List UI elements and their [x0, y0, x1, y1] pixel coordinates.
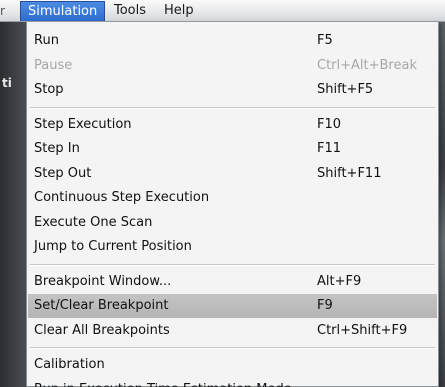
- menu-simulation[interactable]: Simulation: [20, 1, 106, 21]
- menu-item-label: Execute One Scan: [34, 214, 153, 230]
- app-background-right: [439, 22, 445, 387]
- menu-item-jump-to-current-position[interactable]: Jump to Current Position: [28, 235, 437, 259]
- menu-item-pause[interactable]: Pause Ctrl+Alt+Break: [28, 54, 437, 78]
- menu-item-step-in[interactable]: Step In F11: [28, 137, 437, 161]
- menu-item-label: Step In: [34, 141, 80, 156]
- menu-item-label: Jump to Current Position: [34, 239, 192, 254]
- menu-item-execute-one-scan[interactable]: Execute One Scan: [28, 211, 437, 235]
- menu-item-label: Stop: [34, 82, 64, 97]
- menu-item-shortcut: F10: [317, 116, 342, 132]
- menu-item-step-execution[interactable]: Step Execution F10: [28, 113, 437, 137]
- menu-item-shortcut: Ctrl+Alt+Break: [317, 57, 417, 73]
- menu-item-shortcut: Shift+F11: [317, 165, 382, 181]
- menu-separator: [30, 106, 435, 109]
- menu-item-set-clear-breakpoint[interactable]: Set/Clear Breakpoint F9: [28, 294, 437, 318]
- menu-item-label: Step Execution: [34, 116, 132, 132]
- simulation-dropdown-menu: Run F5 Pause Ctrl+Alt+Break Stop Shift+F5 Step…: [26, 22, 439, 387]
- menu-item-label: Calibration: [34, 357, 105, 372]
- menu-item-shortcut: F5: [317, 33, 333, 48]
- menu-item-shortcut: F11: [317, 141, 342, 156]
- menu-item-shortcut: Ctrl+Shift+F9: [317, 322, 408, 338]
- menubar-edge-glyph: r: [0, 4, 5, 18]
- menu-item-run-in-execution-time-estimation-mode[interactable]: Run in Execution Time Estimation Mode: [28, 378, 437, 387]
- menu-item-label: Clear All Breakpoints: [34, 322, 170, 338]
- menu-item-breakpoint-window[interactable]: Breakpoint Window... Alt+F9: [28, 270, 437, 294]
- menu-separator: [30, 347, 435, 349]
- menu-item-label: Continuous Step Execution: [34, 190, 210, 205]
- menu-item-run[interactable]: Run F5: [28, 29, 437, 53]
- menu-bar: r Simulation Tools Help: [0, 0, 445, 22]
- menu-item-step-out[interactable]: Step Out Shift+F11: [28, 162, 437, 186]
- menu-item-continuous-step-execution[interactable]: Continuous Step Execution: [28, 186, 437, 210]
- menu-item-label: Set/Clear Breakpoint: [34, 298, 169, 313]
- menu-item-label: Pause: [34, 57, 73, 73]
- menu-tools[interactable]: Tools: [107, 1, 153, 21]
- menu-item-stop[interactable]: Stop Shift+F5: [28, 78, 437, 102]
- side-label: ti: [2, 76, 12, 90]
- menu-item-shortcut: F9: [317, 298, 333, 313]
- menu-item-clear-all-breakpoints[interactable]: Clear All Breakpoints Ctrl+Shift+F9: [28, 319, 437, 343]
- menu-item-label: Breakpoint Window...: [34, 273, 172, 289]
- menu-item-calibration[interactable]: Calibration: [28, 353, 437, 377]
- menu-separator: [30, 263, 435, 266]
- menu-item-label: Run: [34, 33, 59, 48]
- app-background-left: ti: [0, 22, 26, 387]
- menu-help[interactable]: Help: [157, 1, 201, 21]
- menu-item-shortcut: Alt+F9: [317, 273, 362, 289]
- menu-item-label: Run in Execution Time Estimation Mode: [34, 378, 292, 387]
- menu-item-shortcut: Shift+F5: [317, 82, 374, 97]
- menu-item-label: Step Out: [34, 165, 92, 181]
